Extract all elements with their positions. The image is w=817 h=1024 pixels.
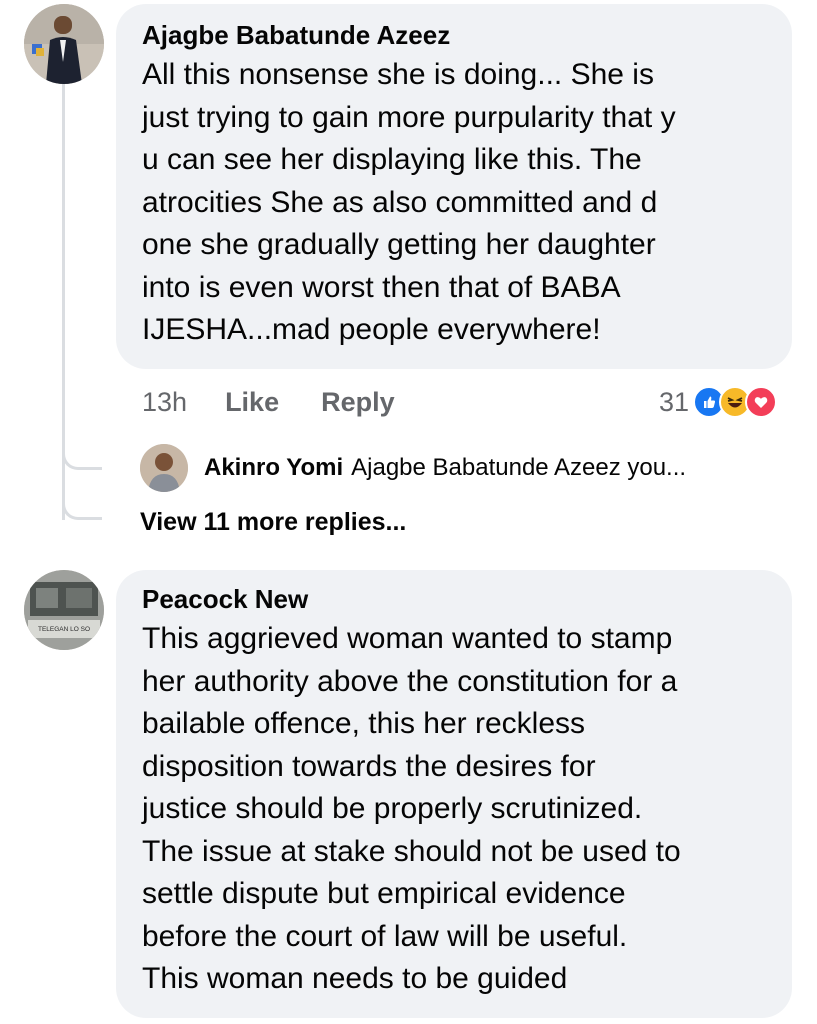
comment-bubble: Ajagbe Babatunde Azeez All this nonsense… [116, 4, 792, 369]
thread-branch [62, 448, 102, 470]
comment-author[interactable]: Peacock New [142, 584, 766, 614]
thread-branch [62, 498, 102, 520]
comment-text: This aggrieved woman wanted to stamp her… [142, 622, 681, 995]
avatar-lettering: TELEGAN LO SO [38, 626, 90, 633]
reply-snippet: Ajagbe Babatunde Azeez you... [351, 454, 687, 481]
love-reaction-icon [745, 386, 777, 418]
like-button[interactable]: Like [225, 387, 279, 418]
avatar-photo: TELEGAN LO SO [24, 570, 104, 650]
comment-bubble: Peacock New This aggrieved woman wanted … [116, 570, 792, 1018]
avatar-photo [24, 4, 104, 84]
reply-preview[interactable]: Akinro Yomi Ajagbe Babatunde Azeez you..… [140, 444, 686, 492]
reply-button[interactable]: Reply [321, 387, 395, 418]
avatar[interactable]: TELEGAN LO SO [24, 570, 104, 650]
view-more-replies-link[interactable]: View 11 more replies... [140, 508, 406, 537]
comment-actions: 13h Like Reply 31 [142, 380, 777, 424]
reply-avatar[interactable] [140, 444, 188, 492]
comment-text: All this nonsense she is doing... She is… [142, 58, 676, 346]
reply-author[interactable]: Akinro Yomi [204, 454, 343, 482]
reaction-summary[interactable]: 31 [659, 386, 777, 418]
avatar[interactable] [24, 4, 104, 84]
comment-timestamp[interactable]: 13h [142, 387, 187, 418]
reply-avatar-photo [140, 444, 188, 492]
reaction-count: 31 [658, 386, 689, 417]
comment-author[interactable]: Ajagbe Babatunde Azeez [142, 20, 766, 50]
